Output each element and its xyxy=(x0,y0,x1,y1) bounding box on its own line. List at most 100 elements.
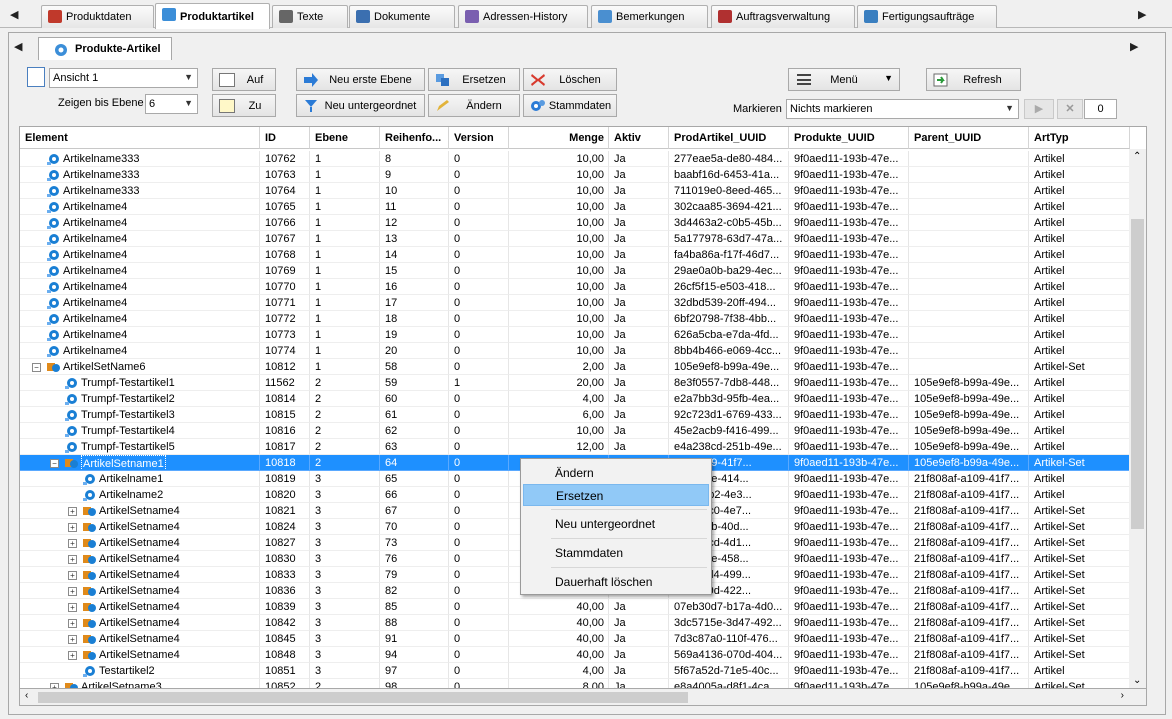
table-row[interactable]: Artikelname4 10770 1 16 0 10,00 Ja 26cf5f15-e50… xyxy=(20,279,1130,295)
mark-count-field[interactable]: 0 xyxy=(1084,99,1117,119)
expand-icon[interactable]: + xyxy=(68,619,77,628)
column-header[interactable]: Version xyxy=(449,127,509,149)
vertical-scroll-thumb[interactable] xyxy=(1131,219,1144,529)
context-menu-item[interactable]: Neu untergeordnet xyxy=(523,513,709,535)
table-row[interactable]: + ArtikelSetname3 10852 2 98 0 8,00 Ja e8a4005a-… xyxy=(20,679,1130,688)
change-button[interactable]: Ändern xyxy=(428,94,520,117)
menu-button[interactable]: Menü ▼ xyxy=(788,68,900,91)
cell-ebene: 3 xyxy=(310,487,380,503)
table-row[interactable]: Artikelname4 10768 1 14 0 10,00 Ja fa4ba86a-f17… xyxy=(20,247,1130,263)
tab-auftragsverwaltung[interactable]: Auftragsverwaltung xyxy=(711,5,855,28)
column-header[interactable]: Ebene xyxy=(310,127,380,149)
collapse-icon[interactable]: − xyxy=(50,459,59,468)
column-header[interactable]: ProdArtikel_UUID xyxy=(669,127,789,149)
level-select[interactable]: 6 ▼ xyxy=(145,94,198,114)
view-document-icon[interactable] xyxy=(27,67,45,87)
vertical-scrollbar[interactable]: ⌃ ⌄ xyxy=(1129,149,1146,688)
horizontal-scrollbar[interactable]: ‹ › xyxy=(19,689,1147,706)
expand-icon[interactable]: + xyxy=(68,523,77,532)
tab-scroll-left-icon[interactable]: ◀ xyxy=(10,8,18,21)
column-header[interactable]: Parent_UUID xyxy=(909,127,1029,149)
context-menu-item[interactable]: Dauerhaft löschen xyxy=(523,571,709,593)
element-name: ArtikelSetname4 xyxy=(99,601,180,613)
mark-select[interactable]: Nichts markieren ▼ xyxy=(786,99,1019,119)
tab-fertigungsaufträge[interactable]: Fertigungsaufträge xyxy=(857,5,997,28)
table-row[interactable]: Trumpf-Testartikel3 10815 2 61 0 6,00 Ja 92c723… xyxy=(20,407,1130,423)
tab-produkte-artikel[interactable]: Produkte-Artikel xyxy=(38,37,172,60)
product-article-tree-grid[interactable]: Element ID Ebene Reihenfo... Version Menge Akt… xyxy=(19,126,1147,689)
new-child-button[interactable]: Neu untergeordnet xyxy=(296,94,425,117)
expand-icon[interactable]: + xyxy=(68,635,77,644)
cell-reihe: 67 xyxy=(380,503,449,519)
refresh-button[interactable]: Refresh xyxy=(926,68,1021,91)
up-button[interactable]: Auf xyxy=(212,68,276,91)
tab-dokumente[interactable]: Dokumente xyxy=(349,5,455,28)
expand-icon[interactable]: + xyxy=(68,539,77,548)
table-row[interactable]: Artikelname4 10773 1 19 0 10,00 Ja 626a5cba-e7d… xyxy=(20,327,1130,343)
tab-produktartikel[interactable]: Produktartikel xyxy=(155,3,270,29)
inner-tab-scroll-left-icon[interactable]: ◀ xyxy=(14,40,22,53)
scroll-right-icon[interactable]: › xyxy=(1121,690,1124,701)
replace-button[interactable]: Ersetzen xyxy=(428,68,520,91)
view-select[interactable]: Ansicht 1 ▼ xyxy=(49,68,198,88)
expand-icon[interactable]: + xyxy=(68,507,77,516)
table-row[interactable]: Artikelname4 10771 1 17 0 10,00 Ja 32dbd539-20f… xyxy=(20,295,1130,311)
table-row[interactable]: Artikelname333 10762 1 8 0 10,00 Ja 277eae5a-de… xyxy=(20,151,1130,167)
horizontal-scroll-thumb[interactable] xyxy=(38,692,688,703)
expand-icon[interactable]: + xyxy=(68,587,77,596)
cell-aktiv: Ja xyxy=(609,679,669,688)
table-row[interactable]: Artikelname4 10769 1 15 0 10,00 Ja 29ae0a0b-ba2… xyxy=(20,263,1130,279)
table-row[interactable]: Artikelname4 10772 1 18 0 10,00 Ja 6bf20798-7f3… xyxy=(20,311,1130,327)
column-header[interactable]: Element xyxy=(20,127,260,149)
expand-icon[interactable]: + xyxy=(68,651,77,660)
tab-scroll-right-icon[interactable]: ▶ xyxy=(1138,8,1146,21)
table-row[interactable]: Artikelname4 10766 1 12 0 10,00 Ja 3d4463a2-c0b… xyxy=(20,215,1130,231)
table-row[interactable]: + ArtikelSetname4 10848 3 94 0 40,00 Ja 569a4136… xyxy=(20,647,1130,663)
context-menu-item[interactable]: Ändern xyxy=(523,462,709,484)
inner-tab-scroll-right-icon[interactable]: ▶ xyxy=(1130,40,1138,53)
table-row[interactable]: Testartikel2 10851 3 97 0 4,00 Ja 5f67a52d-71e5… xyxy=(20,663,1130,679)
table-row[interactable]: Trumpf-Testartikel4 10816 2 62 0 10,00 Ja 45e2a… xyxy=(20,423,1130,439)
context-menu-item[interactable]: Ersetzen xyxy=(523,484,709,506)
table-row[interactable]: + ArtikelSetname4 10845 3 91 0 40,00 Ja 7d3c87a0… xyxy=(20,631,1130,647)
column-header[interactable]: ID xyxy=(260,127,310,149)
scroll-left-icon[interactable]: ‹ xyxy=(25,690,28,701)
scroll-down-icon[interactable]: ⌄ xyxy=(1133,675,1141,686)
cell-produkte-uuid: 9f0aed11-193b-47e... xyxy=(789,311,909,327)
column-header[interactable]: Produkte_UUID xyxy=(789,127,909,149)
table-row[interactable]: Artikelname4 10767 1 13 0 10,00 Ja 5a177978-63d… xyxy=(20,231,1130,247)
delete-button[interactable]: Löschen xyxy=(523,68,617,91)
cell-name: Testartikel2 xyxy=(20,663,260,679)
table-row[interactable]: Artikelname333 10764 1 10 0 10,00 Ja 711019e0-8… xyxy=(20,183,1130,199)
master-data-button[interactable]: Stammdaten xyxy=(523,94,617,117)
table-row[interactable]: Artikelname4 10774 1 20 0 10,00 Ja 8bb4b466-e06… xyxy=(20,343,1130,359)
expand-icon[interactable]: + xyxy=(68,571,77,580)
tab-texte[interactable]: Texte xyxy=(272,5,348,28)
tab-bemerkungen[interactable]: Bemerkungen xyxy=(591,5,708,28)
table-row[interactable]: Trumpf-Testartikel5 10817 2 63 0 12,00 Ja e4a23… xyxy=(20,439,1130,455)
table-row[interactable]: + ArtikelSetname4 10839 3 85 0 40,00 Ja 07eb30d7… xyxy=(20,599,1130,615)
table-row[interactable]: Trumpf-Testartikel2 10814 2 60 0 4,00 Ja e2a7bb… xyxy=(20,391,1130,407)
column-header[interactable]: Reihenfo... xyxy=(380,127,449,149)
to-button[interactable]: Zu xyxy=(212,94,276,117)
column-header[interactable]: Menge xyxy=(509,127,609,149)
context-menu-item[interactable]: Stammdaten xyxy=(523,542,709,564)
table-row[interactable]: Trumpf-Testartikel1 11562 2 59 1 20,00 Ja 8e3f0… xyxy=(20,375,1130,391)
table-row[interactable]: Artikelname333 10763 1 9 0 10,00 Ja baabf16d-64… xyxy=(20,167,1130,183)
tab-adressen-history[interactable]: Adressen-History xyxy=(458,5,588,28)
mark-next-button[interactable]: ▶ xyxy=(1024,99,1054,119)
scroll-up-icon[interactable]: ⌃ xyxy=(1133,151,1141,162)
table-row[interactable]: − ArtikelSetName6 10812 1 58 0 2,00 Ja 105e9ef8-… xyxy=(20,359,1130,375)
cell-reihe: 94 xyxy=(380,647,449,663)
expand-icon[interactable]: + xyxy=(68,603,77,612)
tab-produktdaten[interactable]: Produktdaten xyxy=(41,5,154,28)
column-header[interactable]: ArtTyp xyxy=(1029,127,1130,149)
expand-icon[interactable]: + xyxy=(68,555,77,564)
clear-mark-button[interactable]: ✕ xyxy=(1057,99,1083,119)
collapse-icon[interactable]: − xyxy=(32,363,41,372)
new-first-level-button[interactable]: Neu erste Ebene xyxy=(296,68,425,91)
table-row[interactable]: + ArtikelSetname4 10842 3 88 0 40,00 Ja 3dc5715e… xyxy=(20,615,1130,631)
column-header[interactable]: Aktiv xyxy=(609,127,669,149)
cell-version: 0 xyxy=(449,535,509,551)
table-row[interactable]: Artikelname4 10765 1 11 0 10,00 Ja 302caa85-369… xyxy=(20,199,1130,215)
